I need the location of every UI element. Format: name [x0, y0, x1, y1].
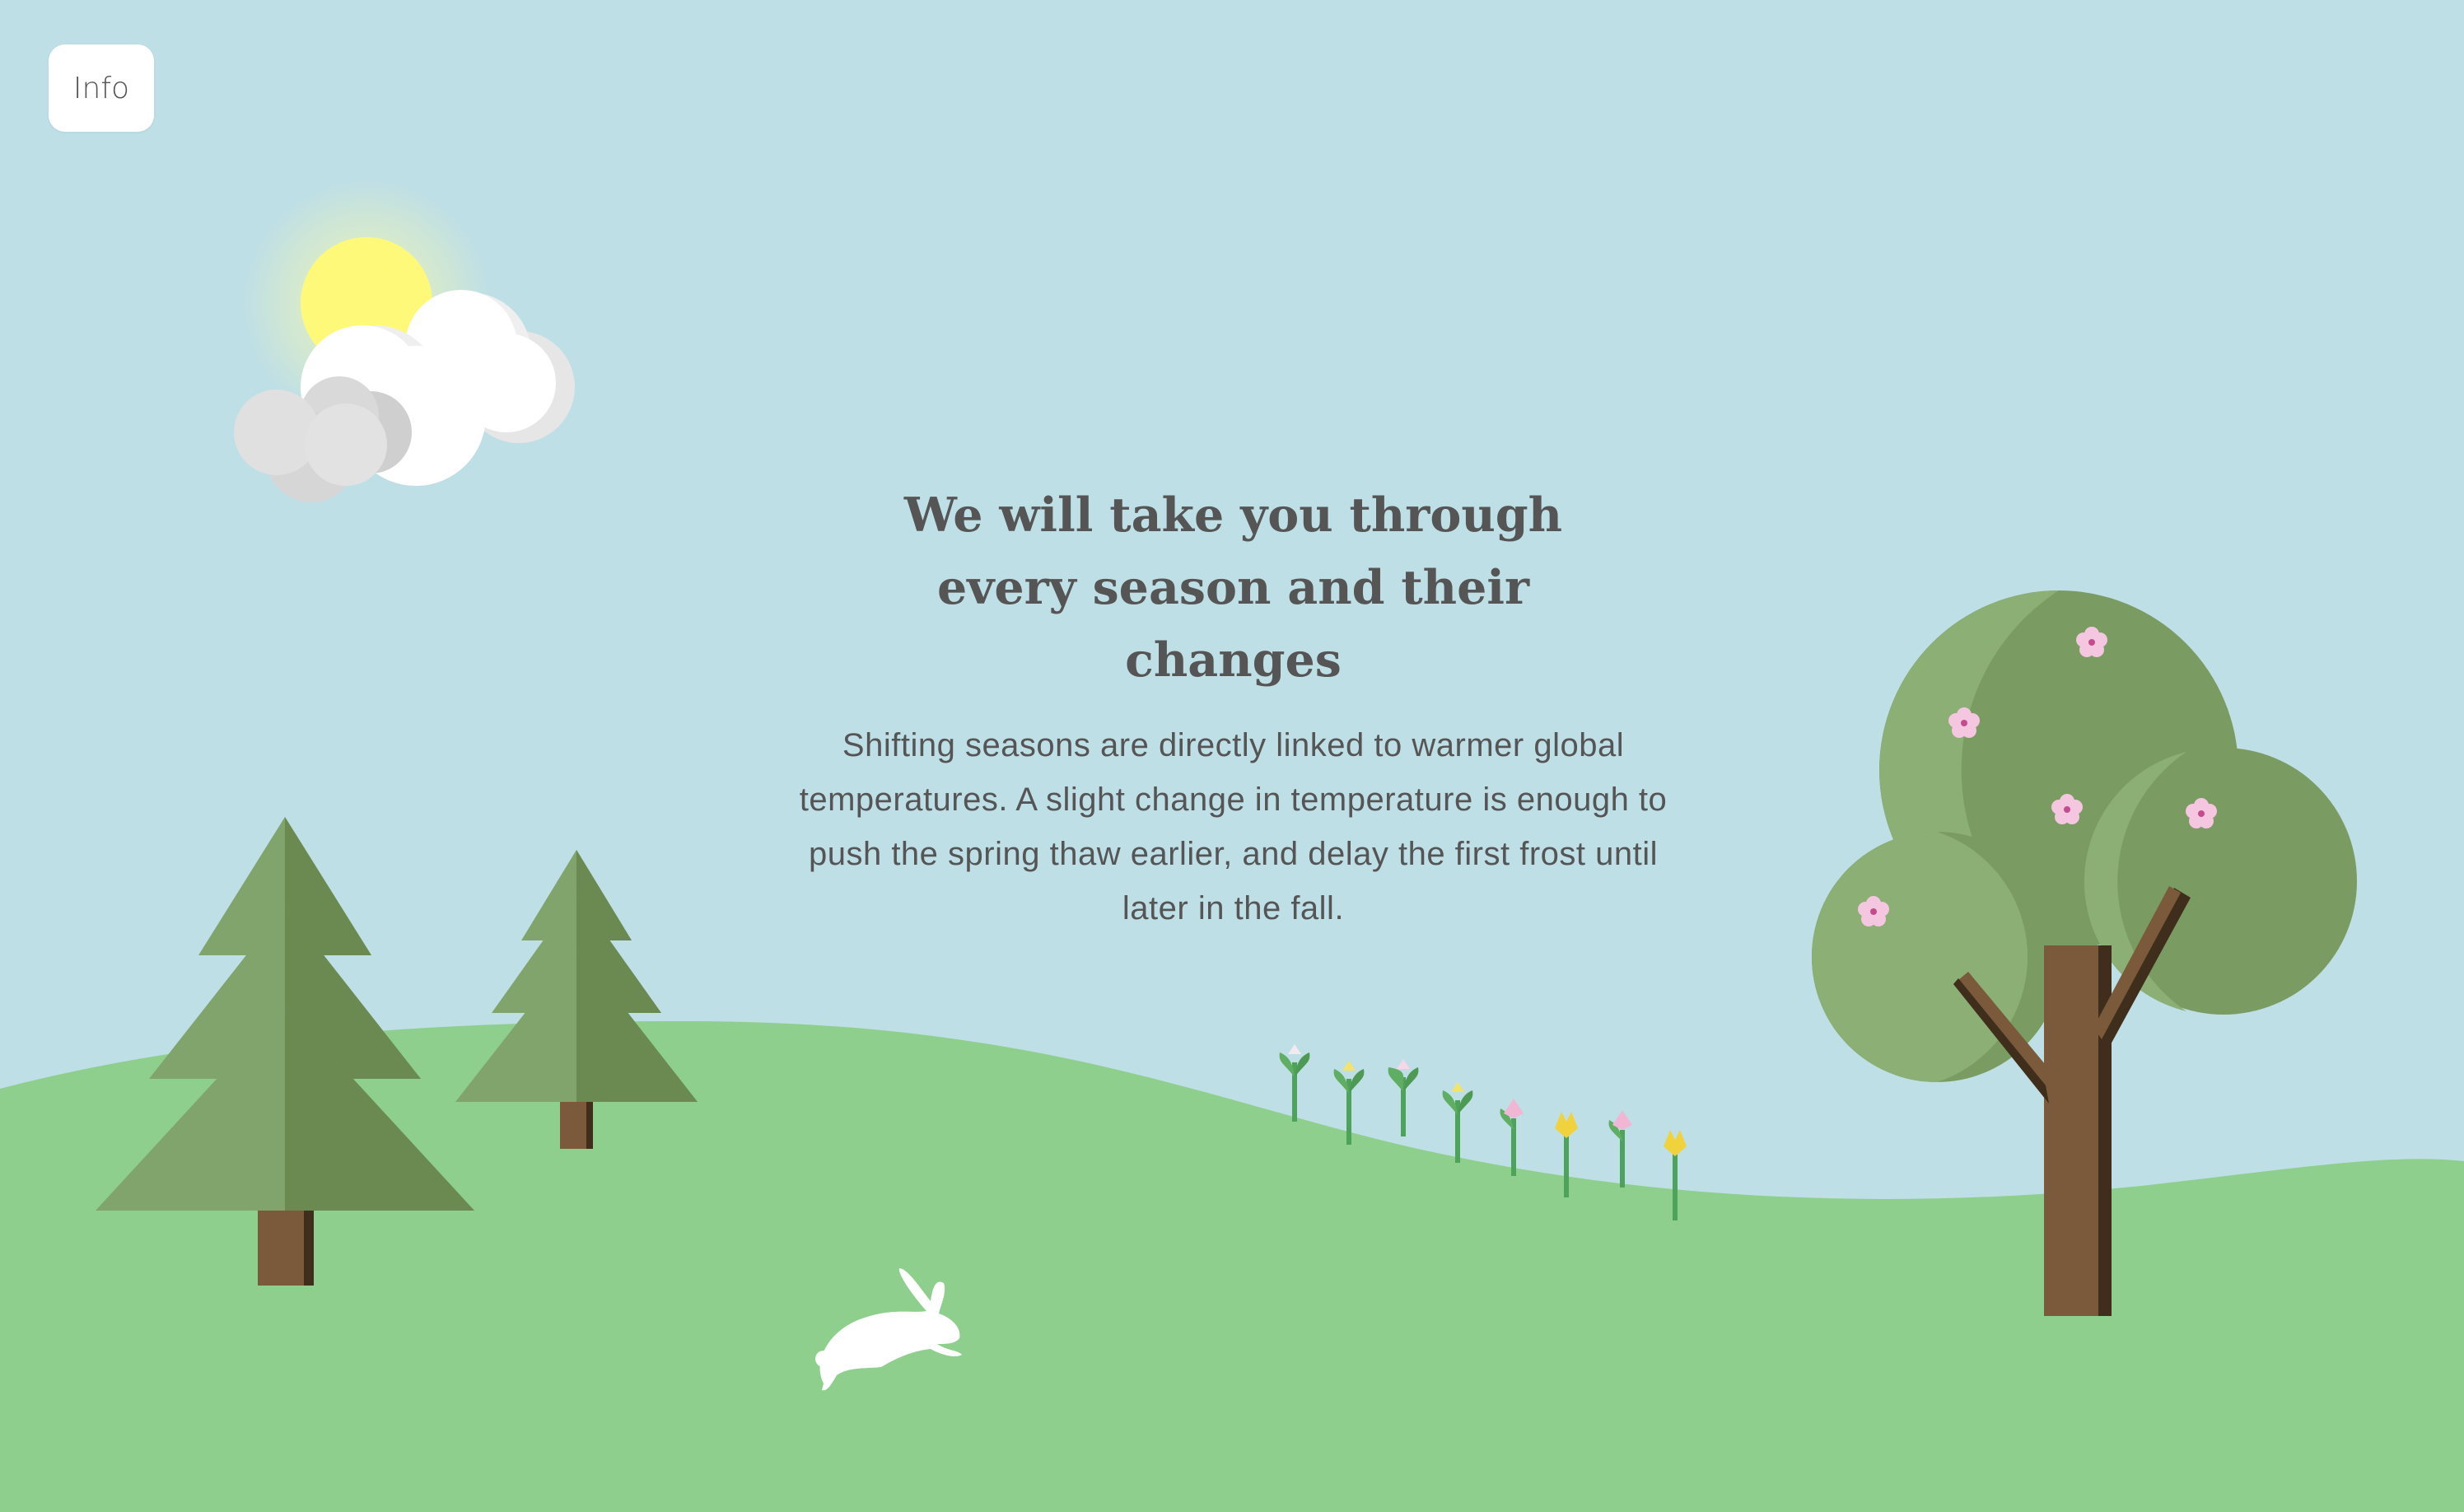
info-button[interactable]: Info: [49, 44, 154, 132]
intro-section: We will take you through every season an…: [774, 479, 1692, 936]
intro-paragraph: Shifting seasons are directly linked to …: [799, 727, 1668, 926]
page-title: We will take you through every season an…: [903, 488, 1563, 688]
